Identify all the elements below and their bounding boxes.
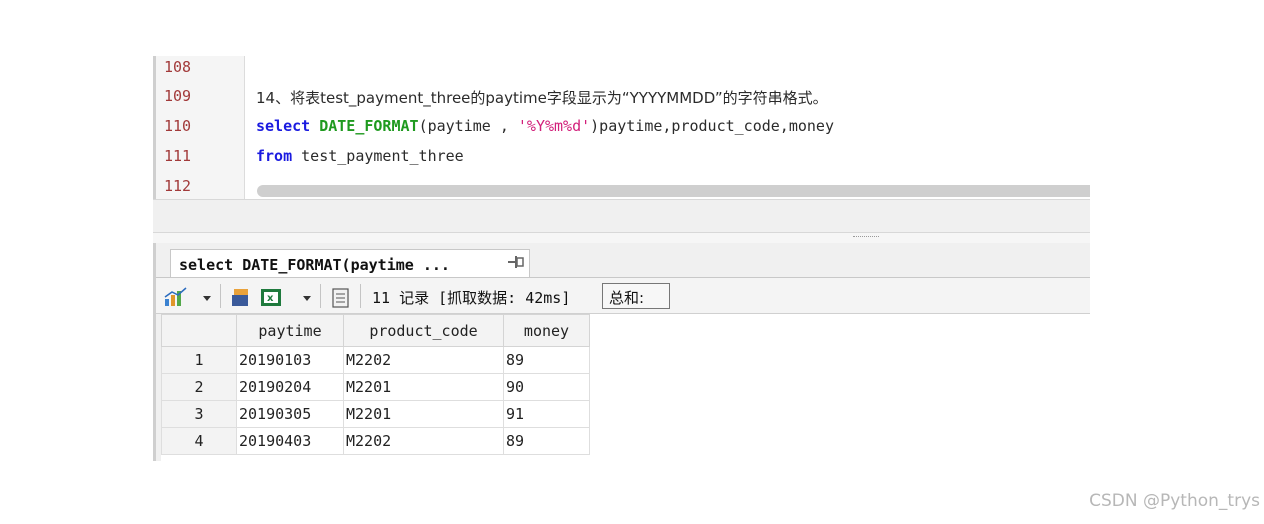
pin-icon[interactable]: [507, 254, 525, 274]
result-table[interactable]: paytime product_code money 1 20190103 M2…: [161, 314, 590, 455]
results-toolbar: x 11 记录 [抓取数据: 42ms] 总和:: [156, 278, 1090, 314]
line-number: 112: [164, 177, 192, 195]
code-args: (paytime ,: [418, 117, 518, 135]
chevron-down-icon[interactable]: [202, 289, 212, 307]
result-tab-label: select DATE_FORMAT(paytime ...: [179, 256, 450, 274]
record-count-status: 11 记录 [抓取数据: 42ms]: [372, 289, 571, 307]
summary-label: 总和:: [609, 289, 645, 307]
cell-paytime[interactable]: 20190204: [236, 373, 344, 401]
row-number: 3: [161, 400, 237, 428]
chevron-down-icon[interactable]: [302, 289, 312, 307]
summary-field[interactable]: 总和:: [602, 283, 670, 309]
function-date-format: DATE_FORMAT: [319, 117, 419, 135]
cell-money[interactable]: 89: [503, 346, 590, 374]
table-row[interactable]: 4 20190403 M2202 89: [161, 427, 590, 455]
svg-text:x: x: [267, 293, 274, 304]
line-number-gutter: 108 109 110 111 112: [153, 56, 245, 199]
cell-product-code[interactable]: M2202: [343, 346, 504, 374]
toolbar-divider: [320, 284, 321, 308]
cell-paytime[interactable]: 20190305: [236, 400, 344, 428]
row-number: 4: [161, 427, 237, 455]
row-number: 1: [161, 346, 237, 374]
keyword-from: from: [256, 147, 293, 165]
cell-money[interactable]: 89: [503, 427, 590, 455]
cell-product-code[interactable]: M2201: [343, 373, 504, 401]
cell-paytime[interactable]: 20190403: [236, 427, 344, 455]
toolbar-divider: [360, 284, 361, 308]
keyword-select: select: [256, 117, 311, 135]
splitter-grip[interactable]: [853, 236, 879, 240]
sql-editor[interactable]: 108 109 110 111 112 14、将表test_payment_th…: [153, 56, 1090, 199]
export-icon[interactable]: [230, 287, 252, 311]
chart-icon[interactable]: [164, 287, 190, 311]
cell-money[interactable]: 91: [503, 400, 590, 428]
result-grid[interactable]: paytime product_code money 1 20190103 M2…: [161, 314, 1090, 461]
code-line-from[interactable]: from test_payment_three: [256, 147, 464, 165]
cell-product-code[interactable]: M2202: [343, 427, 504, 455]
column-header-money[interactable]: money: [503, 314, 590, 347]
watermark: CSDN @Python_trys: [1089, 491, 1260, 511]
editor-status-band: [153, 199, 1090, 233]
line-number: 111: [164, 147, 192, 165]
line-number: 109: [164, 87, 192, 105]
code-line-select[interactable]: select DATE_FORMAT(paytime , '%Y%m%d')pa…: [256, 117, 834, 135]
code-table-name: test_payment_three: [292, 147, 464, 165]
row-number-header[interactable]: [161, 314, 237, 347]
column-header-product-code[interactable]: product_code: [343, 314, 504, 347]
scroll-document-icon[interactable]: [330, 287, 352, 313]
table-row[interactable]: 2 20190204 M2201 90: [161, 373, 590, 401]
cell-product-code[interactable]: M2201: [343, 400, 504, 428]
table-header-row: paytime product_code money: [161, 314, 590, 347]
line-number: 108: [164, 58, 192, 76]
result-tab[interactable]: select DATE_FORMAT(paytime ...: [170, 249, 530, 278]
excel-icon[interactable]: x: [260, 287, 284, 311]
column-header-paytime[interactable]: paytime: [236, 314, 344, 347]
string-literal: '%Y%m%d': [517, 117, 591, 135]
cell-money[interactable]: 90: [503, 373, 590, 401]
table-row[interactable]: 1 20190103 M2202 89: [161, 346, 590, 374]
results-panel: select DATE_FORMAT(paytime ... x 11 记录 […: [153, 243, 1090, 461]
sql-client-window: 108 109 110 111 112 14、将表test_payment_th…: [153, 56, 1090, 461]
table-row[interactable]: 3 20190305 M2201 91: [161, 400, 590, 428]
row-number: 2: [161, 373, 237, 401]
cell-paytime[interactable]: 20190103: [236, 346, 344, 374]
code-line-comment[interactable]: 14、将表test_payment_three的paytime字段显示为“YYY…: [256, 87, 828, 108]
horizontal-scrollbar[interactable]: [257, 185, 1090, 197]
panel-splitter[interactable]: [153, 233, 1090, 243]
line-number: 110: [164, 117, 192, 135]
toolbar-divider: [220, 284, 221, 308]
code-columns: )paytime,product_code,money: [590, 117, 834, 135]
